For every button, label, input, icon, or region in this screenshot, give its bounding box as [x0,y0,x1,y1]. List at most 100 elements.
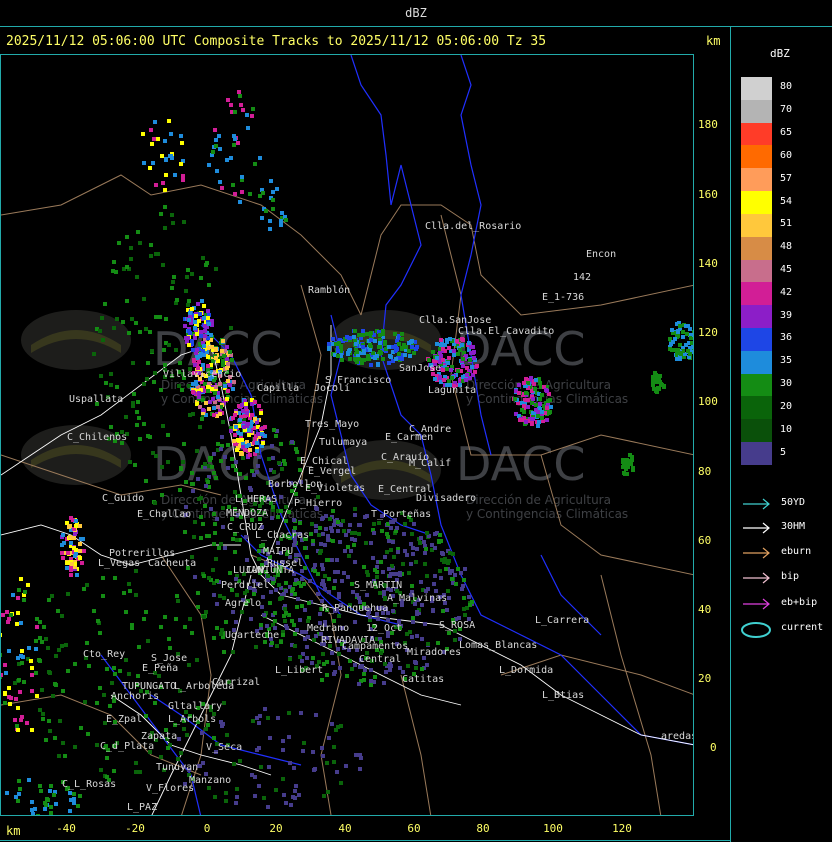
echo-cell [175,594,179,598]
echo-cell [331,661,335,665]
echo-cell [138,437,142,441]
echo-cell [78,542,82,546]
echo-cell [298,468,302,472]
echo-cell [303,546,307,550]
echo-cell [339,345,343,349]
echo-cell [214,476,218,480]
track-arrow-icon [743,572,770,584]
echo-cell [202,344,206,348]
echo-cell [309,532,313,536]
echo-cell [206,480,210,484]
echo-cell [387,567,391,571]
echo-cell [422,540,426,544]
place-label: 142 [573,272,591,283]
echo-cell [238,94,242,98]
place-label: Cacheuta [148,558,196,569]
echo-cell [204,727,208,731]
echo-cell [141,132,145,136]
echo-cell [300,604,304,608]
echo-cell [196,591,200,595]
echo-cell [439,338,443,342]
legend-swatch-10 [741,419,772,442]
echo-cell [276,515,280,519]
echo-cell [133,463,137,467]
place-label: Lomas_Blancas [459,640,537,651]
echo-cell [693,333,694,337]
echo-cell [54,802,58,806]
echo-cell [320,563,324,567]
echo-cell [313,767,317,771]
echo-cell [281,748,285,752]
echo-cell [262,796,266,800]
echo-cell [223,384,227,388]
place-label: CUNIUNTA [246,565,294,576]
echo-cell [259,623,263,627]
echo-cell [43,807,47,811]
echo-cell [287,510,291,514]
echo-cell [78,794,82,798]
echo-cell [534,403,538,407]
echo-cell [317,533,321,537]
place-label: Medrano [307,623,349,634]
echo-cell [538,397,542,401]
echo-cell [420,637,424,641]
echo-cell [159,388,163,392]
echo-cell [353,560,357,564]
radar-map[interactable]: DACC DACC DACC DACC Dirección de Agricul… [0,54,694,816]
echo-cell [22,598,26,602]
echo-cell [412,351,416,355]
echo-cell [3,701,7,705]
echo-cell [284,581,288,585]
echo-cell [81,537,85,541]
echo-cell [33,807,37,811]
echo-cell [337,341,341,345]
echo-cell [46,646,50,650]
echo-cell [27,778,31,782]
echo-cell [206,385,210,389]
echo-cell [411,620,415,624]
echo-cell [534,378,538,382]
x-tick-100: 100 [543,822,563,835]
echo-cell [446,561,450,565]
echo-cell [212,452,216,456]
echo-cell [407,571,411,575]
echo-cell [450,577,454,581]
echo-cell [330,529,334,533]
echo-cell [15,724,19,728]
echo-cell [446,361,450,365]
echo-cell [238,200,242,204]
echo-cell [344,764,348,768]
echo-cell [685,332,689,336]
echo-cell [433,546,437,550]
echo-cell [431,609,435,613]
echo-cell [354,753,358,757]
place-label: Cto_Rey [83,649,125,660]
place-label: E_1-736 [542,292,584,303]
echo-cell [425,574,429,578]
echo-cell [395,526,399,530]
echo-cell [221,359,225,363]
echo-cell [241,409,245,413]
echo-cell [192,359,196,363]
echo-cell [161,263,165,267]
echo-cell [275,644,279,648]
echo-cell [219,542,223,546]
echo-cell [258,194,262,198]
echo-cell [207,407,211,411]
echo-cell [154,183,158,187]
echo-cell [282,592,286,596]
echo-cell [280,596,284,600]
echo-cell [249,617,253,621]
echo-cell [259,765,263,769]
echo-cell [95,701,99,705]
echo-cell [38,708,42,712]
echo-cell [134,761,138,765]
echo-cell [113,576,117,580]
echo-cell [675,351,679,355]
echo-cell [57,648,61,652]
legend-label-54: 54 [780,195,793,207]
echo-cell [231,464,235,468]
echo-cell [242,425,246,429]
echo-cell [127,672,131,676]
echo-cell [135,410,139,414]
